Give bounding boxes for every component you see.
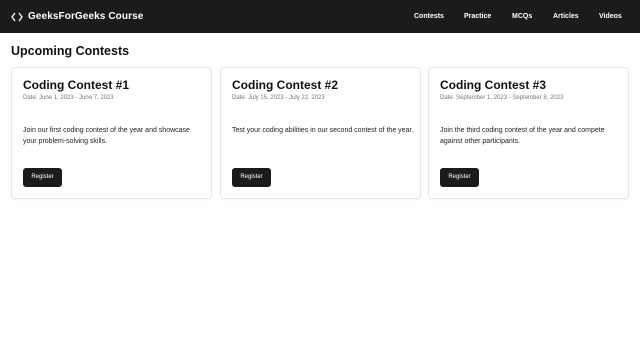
contest-title: Coding Contest #1	[23, 78, 130, 92]
nav-link-practice[interactable]: Practice	[464, 0, 491, 33]
nav-link-mcqs[interactable]: MCQs	[512, 0, 532, 33]
contest-title: Coding Contest #3	[440, 78, 547, 92]
contest-date: Date: September 1, 2023 - September 8, 2…	[440, 95, 564, 101]
contest-title: Coding Contest #2	[232, 78, 339, 92]
contest-date: Date: June 1, 2023 - June 7, 2023	[23, 95, 114, 101]
contest-date: Date: July 15, 2023 - July 22, 2023	[232, 95, 325, 101]
nav-link-contests[interactable]: Contests	[414, 0, 444, 33]
register-button[interactable]: Register	[440, 168, 479, 187]
contest-card: Coding Contest #2 Date: July 15, 2023 - …	[220, 67, 421, 199]
register-button[interactable]: Register	[23, 168, 62, 187]
contest-card: Coding Contest #3 Date: September 1, 202…	[428, 67, 629, 199]
nav-link-videos[interactable]: Videos	[599, 0, 622, 33]
contest-card: Coding Contest #1 Date: June 1, 2023 - J…	[11, 67, 212, 199]
contest-description: Join the third coding contest of the yea…	[440, 127, 605, 145]
contest-description: Join our first coding contest of the yea…	[23, 127, 190, 145]
nav-link-articles[interactable]: Articles	[553, 0, 579, 33]
contest-description: Test your coding abilities in our second…	[232, 127, 414, 134]
top-navbar: GeeksForGeeks Course Contests Practice M…	[0, 0, 640, 33]
section-title: Upcoming Contests	[11, 44, 130, 58]
register-button[interactable]: Register	[232, 168, 271, 187]
nav-links: Contests Practice MCQs Articles Videos	[0, 0, 640, 33]
